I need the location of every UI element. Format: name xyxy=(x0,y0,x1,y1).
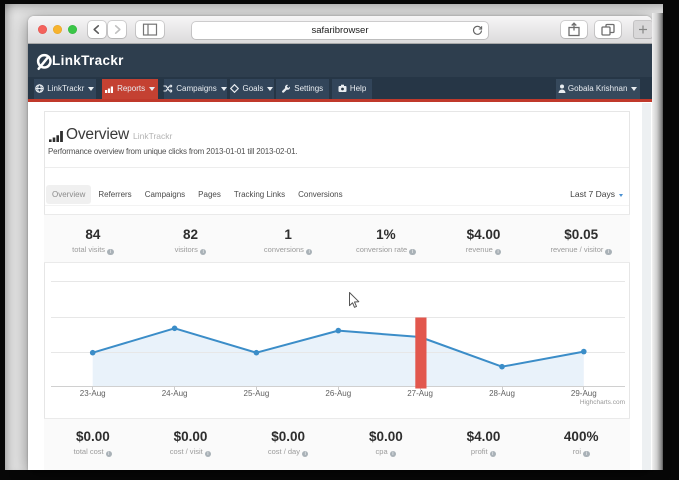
svg-text:24-Aug: 24-Aug xyxy=(162,389,188,398)
svg-text:23-Aug: 23-Aug xyxy=(80,389,106,398)
svg-text:26-Aug: 26-Aug xyxy=(325,389,351,398)
svg-text:29-Aug: 29-Aug xyxy=(571,389,597,398)
svg-text:28-Aug: 28-Aug xyxy=(489,389,515,398)
svg-text:25-Aug: 25-Aug xyxy=(244,389,270,398)
svg-text:27-Aug: 27-Aug xyxy=(407,389,433,398)
svg-text:Highcharts.com: Highcharts.com xyxy=(580,399,625,406)
